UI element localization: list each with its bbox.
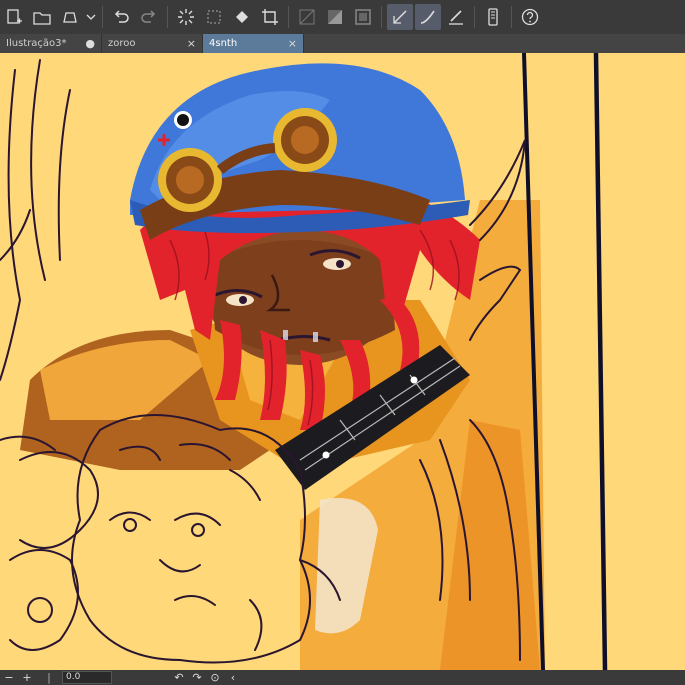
status-bar: − + | 0.0 ↶ ↷ ⊙ ‹ (0, 670, 685, 685)
redo-icon[interactable] (136, 4, 162, 30)
toolbar-divider (511, 6, 512, 28)
fill-icon[interactable] (229, 4, 255, 30)
rotate-left-icon[interactable]: ↶ (172, 671, 186, 685)
device-icon[interactable] (480, 4, 506, 30)
dropdown-icon[interactable] (85, 4, 97, 30)
save-icon[interactable] (57, 4, 83, 30)
toolbar-divider (167, 6, 168, 28)
unsaved-dot-icon[interactable]: ● (85, 37, 95, 50)
artwork-illustration (0, 53, 685, 670)
open-folder-icon[interactable] (29, 4, 55, 30)
drawing-canvas[interactable] (0, 53, 685, 670)
collapse-icon[interactable]: ‹ (226, 671, 240, 685)
eraser-icon[interactable] (415, 4, 441, 30)
zoom-value-field[interactable]: 0.0 (62, 671, 112, 684)
tab-zoroo[interactable]: zoroo × (102, 34, 203, 53)
close-icon[interactable]: × (288, 37, 297, 50)
toolbar-divider (288, 6, 289, 28)
tab-label: 4snth (209, 38, 238, 49)
grid-icon[interactable] (294, 4, 320, 30)
help-icon[interactable] (517, 4, 543, 30)
rotate-right-icon[interactable]: ↷ (190, 671, 204, 685)
toolbar-divider (381, 6, 382, 28)
document-tab-bar: Ilustração3* ● zoroo × 4snth × (0, 34, 685, 53)
close-icon[interactable]: × (187, 37, 196, 50)
pen-icon[interactable] (387, 4, 413, 30)
zoom-slider-handle-icon[interactable]: | (38, 671, 60, 685)
toolbar-divider (102, 6, 103, 28)
tone-icon[interactable] (322, 4, 348, 30)
tab-ilustracao3[interactable]: Ilustração3* ● (0, 34, 102, 53)
tab-label: zoroo (108, 38, 136, 49)
zoom-in-button[interactable]: + (20, 671, 34, 685)
brush-size-icon[interactable] (443, 4, 469, 30)
transform-icon[interactable] (201, 4, 227, 30)
loading-icon[interactable] (173, 4, 199, 30)
reset-rotation-icon[interactable]: ⊙ (208, 671, 222, 685)
new-file-icon[interactable] (1, 4, 27, 30)
crop-icon[interactable] (257, 4, 283, 30)
main-toolbar (0, 0, 685, 35)
tab-4snth[interactable]: 4snth × (203, 34, 304, 53)
undo-icon[interactable] (108, 4, 134, 30)
border-icon[interactable] (350, 4, 376, 30)
zoom-out-button[interactable]: − (2, 671, 16, 685)
toolbar-divider (474, 6, 475, 28)
tab-label: Ilustração3* (6, 38, 67, 49)
